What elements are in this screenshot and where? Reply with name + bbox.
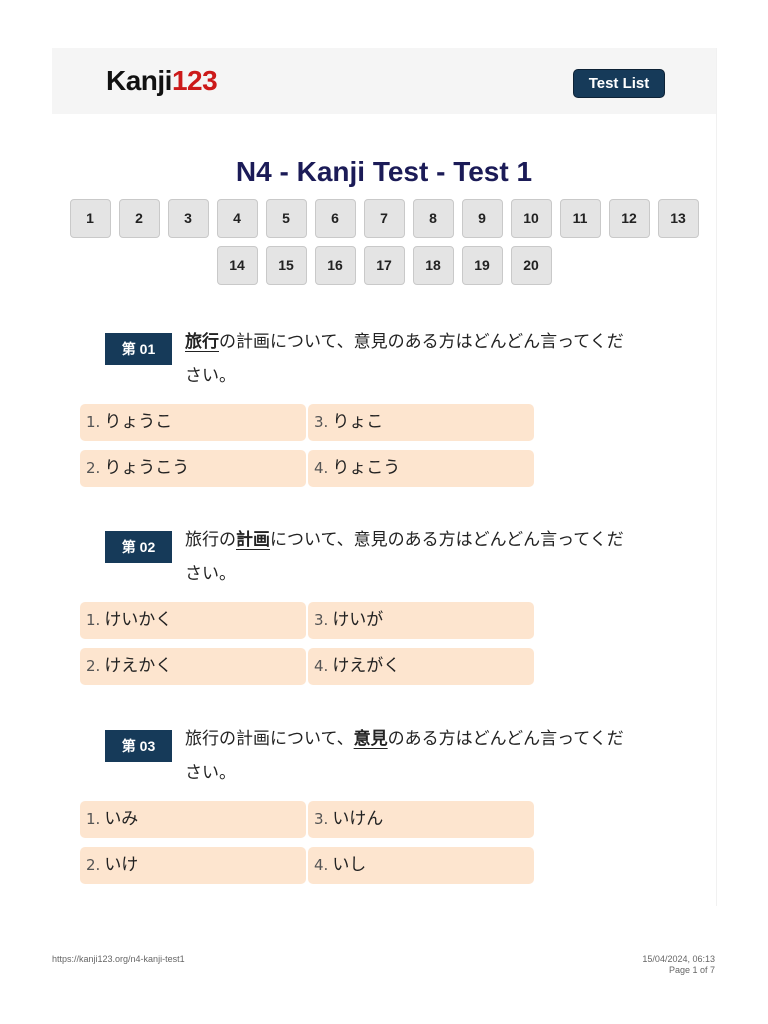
option-text: いし [332, 855, 367, 875]
option-text: いみ [104, 809, 139, 829]
print-page-info: Page 1 of 7 [668, 965, 715, 975]
page-button-2[interactable]: 2 [118, 199, 160, 238]
option-number: 4. [314, 459, 329, 477]
page-button-17[interactable]: 17 [363, 246, 405, 285]
question-sentence: 旅行の計画について、意見のある方はどんどん言ってください。 [185, 722, 625, 790]
sentence-after: の計画について、意見のある方はどんどん言ってください。 [185, 332, 624, 386]
page-button-4[interactable]: 4 [216, 199, 258, 238]
sentence-before: 旅行の [185, 530, 236, 550]
answer-option-3[interactable]: 3. けいが [308, 602, 534, 639]
question-number-badge: 第 01 [105, 333, 172, 365]
site-header: Kanji123 Test List [52, 48, 716, 114]
test-pager-row-1: 1 2 3 4 5 6 7 8 9 10 11 12 13 [52, 199, 716, 238]
sentence-before: 旅行の計画について、 [185, 729, 354, 749]
page-button-6[interactable]: 6 [314, 199, 356, 238]
page-button-16[interactable]: 16 [314, 246, 356, 285]
highlighted-kanji: 計画 [236, 530, 270, 550]
page-button-20[interactable]: 20 [510, 246, 552, 285]
option-text: りょうこ [104, 412, 173, 432]
page-button-13[interactable]: 13 [657, 199, 699, 238]
answer-option-1[interactable]: 1. けいかく [80, 602, 306, 639]
page-button-15[interactable]: 15 [265, 246, 307, 285]
highlighted-kanji: 意見 [353, 729, 388, 749]
question-sentence: 旅行の計画について、意見のある方はどんどん言ってください。 [185, 523, 625, 591]
page-button-18[interactable]: 18 [412, 246, 454, 285]
highlighted-kanji: 旅行 [185, 332, 219, 352]
question-sentence: 旅行の計画について、意見のある方はどんどん言ってください。 [185, 325, 625, 393]
option-number: 4. [314, 856, 329, 874]
print-footer-url: https://kanji123.org/n4-kanji-test1 [52, 954, 185, 964]
print-datetime: 15/04/2024, 06:13 [642, 954, 715, 964]
answer-option-3[interactable]: 3. りょこ [308, 404, 534, 441]
answer-option-3[interactable]: 3. いけん [308, 801, 534, 838]
page-button-19[interactable]: 19 [461, 246, 503, 285]
question-number-badge: 第 02 [105, 531, 172, 563]
option-text: けえがく [332, 656, 401, 676]
page-button-1[interactable]: 1 [69, 199, 111, 238]
page-button-12[interactable]: 12 [608, 199, 650, 238]
test-list-button[interactable]: Test List [573, 69, 665, 98]
answer-option-1[interactable]: 1. りょうこ [80, 404, 306, 441]
option-text: りょこ [332, 412, 384, 432]
page-button-8[interactable]: 8 [412, 199, 454, 238]
option-number: 3. [314, 611, 329, 629]
answer-option-2[interactable]: 2. けえかく [80, 648, 306, 685]
answer-option-4[interactable]: 4. けえがく [308, 648, 534, 685]
answer-option-1[interactable]: 1. いみ [80, 801, 306, 838]
logo-text-123: 123 [171, 65, 218, 96]
option-text: りょうこう [104, 458, 190, 478]
option-number: 3. [314, 413, 329, 431]
answer-option-2[interactable]: 2. りょうこう [80, 450, 306, 487]
page-button-5[interactable]: 5 [265, 199, 307, 238]
option-number: 2. [86, 459, 101, 477]
option-text: いけ [104, 855, 139, 875]
option-text: けいが [332, 610, 384, 630]
option-text: りょこう [332, 458, 401, 478]
option-number: 2. [86, 856, 101, 874]
page-button-11[interactable]: 11 [559, 199, 601, 238]
page-button-7[interactable]: 7 [363, 199, 405, 238]
option-number: 3. [314, 810, 329, 828]
answer-option-4[interactable]: 4. いし [308, 847, 534, 884]
answer-option-2[interactable]: 2. いけ [80, 847, 306, 884]
site-logo[interactable]: Kanji123 [106, 64, 218, 98]
option-text: いけん [332, 809, 384, 829]
option-number: 1. [86, 611, 101, 629]
page-title: N4 - Kanji Test - Test 1 [235, 156, 533, 187]
question-number-badge: 第 03 [105, 730, 172, 762]
test-pager-row-2: 14 15 16 17 18 19 20 [52, 246, 716, 285]
option-number: 1. [86, 810, 101, 828]
answer-option-4[interactable]: 4. りょこう [308, 450, 534, 487]
page-button-10[interactable]: 10 [510, 199, 552, 238]
page-button-14[interactable]: 14 [216, 246, 258, 285]
print-footer-info: 15/04/2024, 06:13 Page 1 of 7 [642, 954, 715, 976]
page-button-9[interactable]: 9 [461, 199, 503, 238]
page-card: Kanji123 Test List N4 - Kanji Test - Tes… [52, 48, 717, 906]
option-number: 2. [86, 657, 101, 675]
page-button-3[interactable]: 3 [167, 199, 209, 238]
logo-text-kanji: Kanji [106, 65, 172, 96]
option-text: けえかく [104, 656, 173, 676]
option-text: けいかく [104, 610, 173, 630]
option-number: 1. [86, 413, 101, 431]
option-number: 4. [314, 657, 329, 675]
